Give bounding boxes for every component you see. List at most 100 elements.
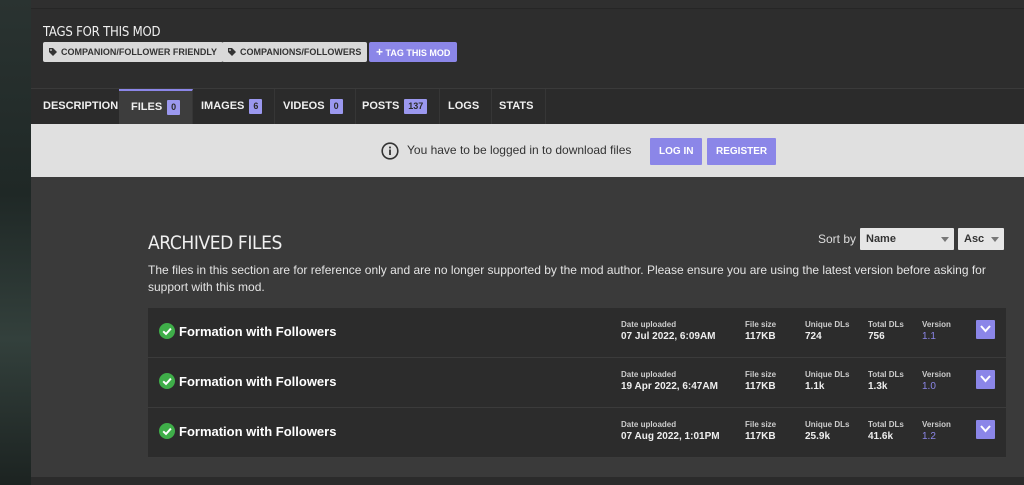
check-circle-icon [159,323,175,339]
background-art [0,0,31,485]
version-label: Version [922,370,951,379]
file-size: File size 117KB [745,320,776,342]
total-dls: Total DLs 1.3k [868,370,904,392]
login-message: You have to be logged in to download fil… [407,143,632,157]
archived-files-section: ARCHIVED FILES Sort by Name Asc The file… [31,177,1024,477]
file-row[interactable]: Formation with Followers Date uploaded 1… [148,358,1006,408]
tags-title: TAGS FOR THIS MOD [43,25,161,40]
mod-page: TAGS FOR THIS MOD COMPANION/FOLLOWER FRI… [31,0,1024,485]
chevron-down-icon [980,325,991,333]
version-value[interactable]: 1.1 [922,331,951,342]
version: Version 1.2 [922,420,951,442]
tab-logs[interactable]: LOGS [436,89,493,124]
tab-label: VIDEOS [283,100,325,112]
unique-dls-label: Unique DLs [805,420,850,429]
unique-dls-value: 1.1k [805,381,825,392]
total-dls-label: Total DLs [868,420,904,429]
date-uploaded-value: 07 Jul 2022, 6:09AM [621,331,716,342]
tags-section: TAGS FOR THIS MOD COMPANION/FOLLOWER FRI… [31,9,1024,88]
tag-label: COMPANION/FOLLOWER FRIENDLY [61,47,217,57]
mod-tabs: DESCRIPTION FILES 0 IMAGES 6 VIDEOS 0 POSTS… [31,88,1024,124]
tag-companion-follower-friendly[interactable]: COMPANION/FOLLOWER FRIENDLY [43,42,223,62]
sort-order-value: Asc [964,233,985,245]
tab-label: LOGS [448,100,480,112]
sort-field-value: Name [866,233,896,245]
unique-dls: Unique DLs 25.9k [805,420,849,442]
archived-files-title: ARCHIVED FILES [148,232,282,254]
expand-file-button[interactable] [976,320,995,339]
sort-order-select[interactable]: Asc [958,228,1004,250]
unique-dls-label: Unique DLs [805,370,850,379]
version-label: Version [922,420,951,429]
tab-stats[interactable]: STATS [487,89,547,124]
total-dls-value: 756 [868,331,885,342]
tab-label: STATS [499,100,534,112]
file-size: File size 117KB [745,420,776,442]
file-size: File size 117KB [745,370,776,392]
expand-file-button[interactable] [976,420,995,439]
check-circle-icon [159,423,175,439]
version-label: Version [922,320,951,329]
file-name[interactable]: Formation with Followers [179,374,336,389]
total-dls-value: 41.6k [868,431,894,442]
version: Version 1.0 [922,370,951,392]
tab-count-badge: 0 [329,98,343,114]
sort-field-select[interactable]: Name [860,228,954,250]
file-size-label: File size [745,320,777,329]
tab-files[interactable]: FILES 0 [119,89,194,124]
date-uploaded: Date uploaded 07 Jul 2022, 6:09AM [621,320,716,342]
unique-dls: Unique DLs 1.1k [805,370,849,392]
file-size-label: File size [745,420,777,429]
file-size-label: File size [745,370,777,379]
total-dls-label: Total DLs [868,370,904,379]
tab-description[interactable]: DESCRIPTION [31,89,132,124]
login-button[interactable]: LOG IN [650,138,703,165]
unique-dls-label: Unique DLs [805,320,850,329]
expand-file-button[interactable] [976,370,995,389]
register-button[interactable]: REGISTER [707,138,777,165]
archived-files-description: The files in this section are for refere… [148,263,986,294]
date-uploaded-value: 19 Apr 2022, 6:47AM [621,381,718,392]
chevron-down-icon [980,375,991,383]
date-uploaded: Date uploaded 07 Aug 2022, 1:01PM [621,420,720,442]
file-size-value: 117KB [745,381,776,392]
login-notice-bar: You have to be logged in to download fil… [31,124,1024,177]
tab-label: IMAGES [201,100,245,112]
chevron-down-icon [991,237,999,242]
unique-dls-value: 724 [805,331,822,342]
unique-dls-value: 25.9k [805,431,831,442]
tag-companions-followers[interactable]: COMPANIONS/FOLLOWERS [222,42,368,62]
file-name[interactable]: Formation with Followers [179,424,336,439]
tag-icon [49,48,57,56]
sort-by-label: Sort by [818,232,857,246]
file-size-value: 117KB [745,431,776,442]
tab-count-badge: 6 [249,98,263,114]
tab-count-badge: 0 [167,99,181,115]
file-name[interactable]: Formation with Followers [179,324,336,339]
file-row[interactable]: Formation with Followers Date uploaded 0… [148,308,1006,358]
tab-label: DESCRIPTION [43,100,119,112]
top-strip [31,0,1024,9]
archived-files-list: Formation with Followers Date uploaded 0… [148,308,1006,458]
date-uploaded: Date uploaded 19 Apr 2022, 6:47AM [621,370,718,392]
plus-icon: + [376,45,384,59]
version: Version 1.1 [922,320,951,342]
date-uploaded-label: Date uploaded [621,420,677,429]
file-row[interactable]: Formation with Followers Date uploaded 0… [148,408,1006,458]
total-dls-label: Total DLs [868,320,904,329]
tag-this-mod-button[interactable]: + TAG THIS MOD [369,42,458,62]
file-size-value: 117KB [745,331,776,342]
total-dls: Total DLs 756 [868,320,904,342]
tab-images[interactable]: IMAGES 6 [189,89,276,124]
tab-label: POSTS [362,100,400,112]
date-uploaded-label: Date uploaded [621,320,677,329]
tab-label: FILES [131,101,163,113]
date-uploaded-label: Date uploaded [621,370,677,379]
version-value[interactable]: 1.2 [922,431,951,442]
tab-videos[interactable]: VIDEOS 0 [271,89,356,124]
tag-this-mod-label: TAG THIS MOD [385,48,451,58]
version-value[interactable]: 1.0 [922,381,951,392]
chevron-down-icon [980,425,991,433]
total-dls: Total DLs 41.6k [868,420,904,442]
tab-posts[interactable]: POSTS 137 [350,89,441,124]
